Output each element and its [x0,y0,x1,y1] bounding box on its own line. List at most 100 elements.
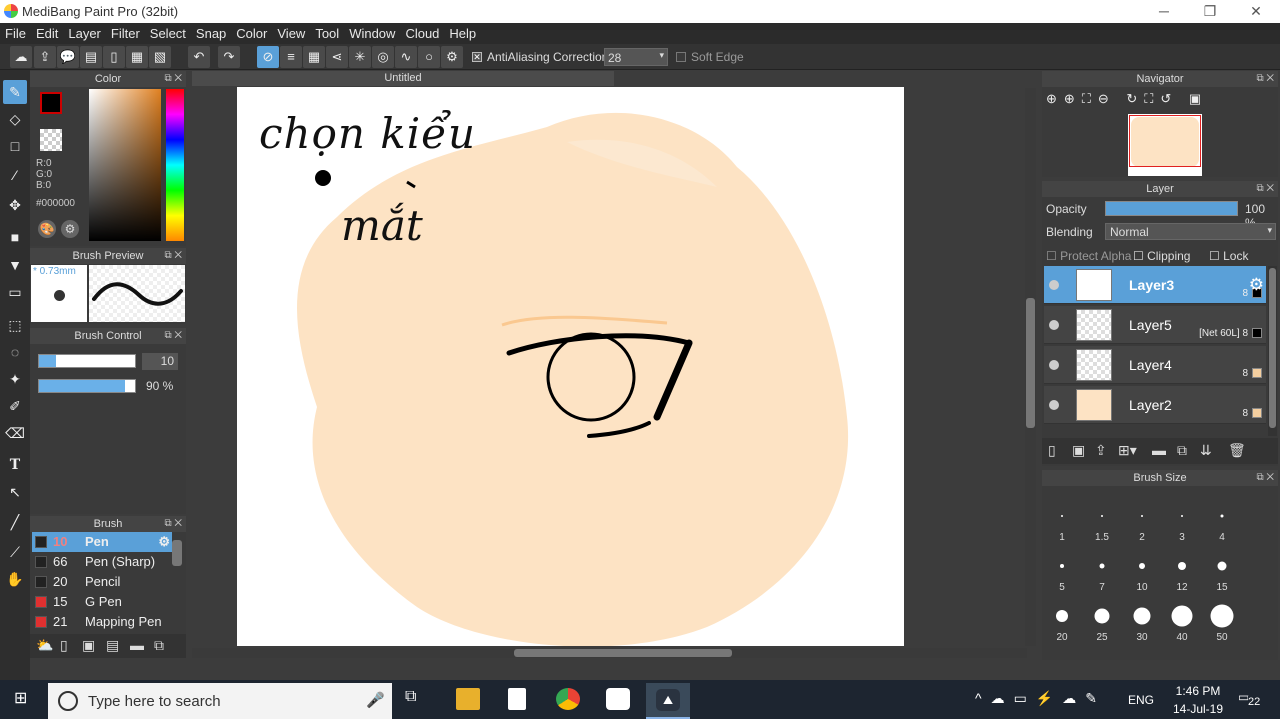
cloud-icon[interactable]: ☁ [10,46,32,68]
panel-icon[interactable]: ▧ [149,46,171,68]
visibility-icon[interactable] [1049,400,1059,410]
dot-tool-icon[interactable]: ⁄ [3,163,27,187]
new-brush-icon[interactable]: ▯ [60,637,68,654]
brush-size-option[interactable]: 1 [1042,492,1082,543]
layer-row-layer3[interactable]: Layer3 8 ⚙ [1044,266,1266,304]
cloud-download-icon[interactable]: ⛅ [36,637,53,654]
layer-row-layer2[interactable]: Layer2 8 [1044,386,1266,424]
bucket-tool-icon[interactable]: ▼ [3,253,27,277]
brush-size-option[interactable]: 10 [1122,542,1162,593]
brush-size-option[interactable]: 7 [1082,542,1122,593]
select-eraser-tool-icon[interactable]: ⌫ [3,421,27,445]
brush-size-option[interactable]: 4 [1202,492,1242,543]
maximize-button[interactable]: ❐ [1187,0,1233,23]
divide-tool-icon[interactable]: ╱ [3,510,27,534]
perspective-snap-icon[interactable]: ⋖ [326,46,348,68]
add-layer-icon[interactable]: ⇪ [1095,442,1107,459]
brush-size-option[interactable]: 20 [1042,592,1082,643]
brush-size-option[interactable]: 40 [1162,592,1202,643]
canvas-vscrollbar[interactable] [1025,88,1036,646]
trash-icon[interactable]: 🗑 [1228,442,1246,459]
saturation-value-field[interactable] [89,89,161,241]
layer-row-layer5[interactable]: Layer5 [Net 60L] 8 [1044,306,1266,344]
rectangle-tool-icon[interactable]: □ [3,134,27,158]
menu-cloud[interactable]: Cloud [400,23,444,41]
panel-close-icon[interactable]: ⧉ ✕ [164,516,182,532]
system-tray-icons[interactable]: ^☁▭⚡☁✎ [975,690,1106,707]
radial-snap-icon[interactable]: ✳ [349,46,371,68]
merge-icon[interactable]: ⇊ [1200,442,1212,459]
snap-settings-icon[interactable]: ⚙ [441,46,463,68]
brush-opacity-slider[interactable] [38,379,136,393]
brush-item-mapping-pen[interactable]: 21 Mapping Pen [32,612,172,632]
menu-tool[interactable]: Tool [310,23,344,41]
hue-slider[interactable] [166,89,184,241]
brush-item-pencil[interactable]: 20 Pencil [32,572,172,592]
clipping-option[interactable]: ☐ Clipping [1133,249,1190,263]
gradient-tool-icon[interactable]: ▭ [3,280,27,304]
windows-start-icon[interactable]: ⊞ [14,690,32,708]
palette-icon[interactable]: 🎨 [38,220,56,238]
chat-icon[interactable]: 💬 [57,46,79,68]
navigator-thumbnail[interactable] [1128,114,1202,176]
menu-layer[interactable]: Layer [63,23,106,41]
brush-item-pen[interactable]: 10 Pen ⚙ [32,532,172,552]
foreground-color-swatch[interactable] [40,92,62,114]
panel-close-icon[interactable]: ⧉ ✕ [164,248,182,264]
microphone-icon[interactable]: 🎤 [366,691,385,709]
concentric-snap-icon[interactable]: ◎ [372,46,394,68]
brush-size-option[interactable]: 5 [1042,542,1082,593]
folder-icon[interactable]: ▬ [130,637,144,653]
document-tab[interactable]: Untitled [192,71,614,86]
redo-icon[interactable]: ↷ [218,46,240,68]
menu-filter[interactable]: Filter [106,23,145,41]
fill-rect-tool-icon[interactable]: ■ [3,225,27,249]
menu-window[interactable]: Window [344,23,400,41]
medibang-taskbar-button[interactable]: ⛰ [646,683,690,719]
menu-file[interactable]: File [0,23,31,41]
snap-off-icon[interactable]: ⊘ [257,46,279,68]
navigator-tools[interactable]: ⊕⊕⛶⊖ ↻⛶↺ ▣ [1046,91,1208,107]
drawing-canvas[interactable]: chọn kiểu mắt [237,87,904,646]
antialiasing-checkbox[interactable]: ✕ [472,52,482,62]
file-explorer-icon[interactable] [456,688,480,710]
parallel-snap-icon[interactable]: ≡ [280,46,302,68]
panel-close-icon[interactable]: ⧉ ✕ [1256,181,1274,197]
eyedropper-tool-icon[interactable]: ⟋ [3,540,27,564]
select-pen-tool-icon[interactable]: ✐ [3,394,27,418]
correction-select[interactable]: 28 ▾ [604,48,668,66]
curve-snap-icon[interactable]: ∿ [395,46,417,68]
menu-select[interactable]: Select [145,23,191,41]
hand-tool-icon[interactable]: ✋ [3,567,27,591]
menu-edit[interactable]: Edit [31,23,63,41]
lock-option[interactable]: ☐ Lock [1209,249,1248,263]
brush-size-option[interactable]: 50 [1202,592,1242,643]
paint-app-icon[interactable] [606,688,630,710]
canvas-hscrollbar[interactable] [192,648,1027,658]
grid-snap-icon[interactable]: ▦ [303,46,325,68]
input-language[interactable]: ENG [1128,693,1154,707]
magic-wand-tool-icon[interactable]: ✦ [3,367,27,391]
brush-size-option[interactable]: 12 [1162,542,1202,593]
eraser-tool-icon[interactable]: ◇ [3,107,27,131]
panel-close-icon[interactable]: ⧉ ✕ [164,328,182,344]
add-layer-menu-icon[interactable]: ⊞▾ [1118,442,1137,459]
brush-size-value[interactable]: 10 [142,353,178,370]
move-tool-icon[interactable]: ✥ [3,193,27,217]
blending-select[interactable]: Normal ▾ [1105,223,1276,240]
menu-snap[interactable]: Snap [191,23,231,41]
panel-close-icon[interactable]: ⧉ ✕ [1256,71,1274,87]
folder-icon[interactable]: ▬ [1152,442,1166,458]
duplicate-icon[interactable]: ⧉ [1177,442,1187,459]
text-tool-icon[interactable]: T [3,453,27,477]
add-brush-icon[interactable]: ▣ [82,637,95,654]
action-center-icon[interactable]: ▭ 22 [1238,690,1264,710]
menu-help[interactable]: Help [444,23,481,41]
palette-edit-icon[interactable]: ⚙ [61,220,79,238]
pages-icon[interactable]: ▦ [126,46,148,68]
brush-size-option[interactable]: 1.5 [1082,492,1122,543]
gear-icon[interactable]: ⚙ [158,534,170,550]
duplicate-icon[interactable]: ⧉ [154,637,164,654]
select-tool-icon[interactable]: ⬚ [3,313,27,337]
brush-size-option[interactable]: 25 [1082,592,1122,643]
